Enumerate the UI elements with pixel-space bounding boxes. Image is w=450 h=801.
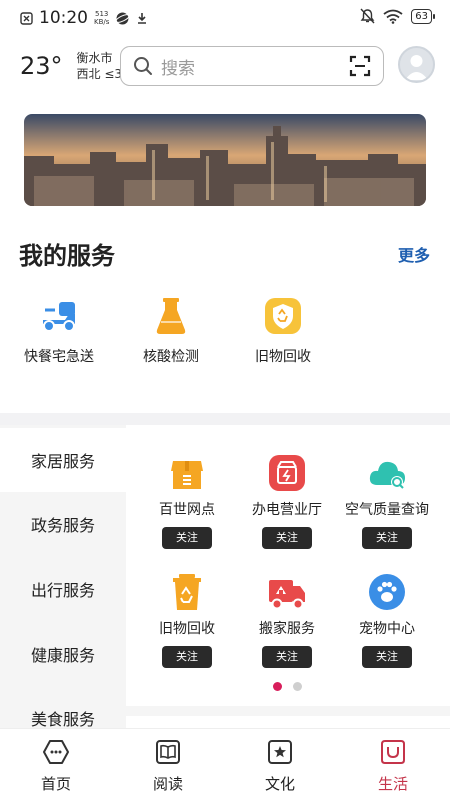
- power-hall-icon: [267, 453, 307, 493]
- grid-item-label: 旧物回收: [159, 621, 215, 637]
- service-label: 旧物回收: [255, 349, 311, 365]
- bottom-tab-bar: 首页 阅读 文化 生活: [0, 728, 450, 801]
- follow-button[interactable]: 关注: [262, 527, 312, 549]
- tab-label: 首页: [40, 775, 71, 793]
- status-right: 63: [360, 8, 435, 24]
- page-dot[interactable]: [293, 682, 302, 691]
- service-delivery[interactable]: 快餐宅急送: [9, 296, 109, 366]
- mute-bell-icon: [360, 8, 375, 24]
- category-health-services[interactable]: 健康服务: [0, 622, 126, 686]
- culture-icon: [267, 739, 293, 765]
- category-government-services[interactable]: 政务服务: [0, 492, 126, 556]
- book-icon: [155, 739, 181, 765]
- flask-icon: [151, 296, 191, 336]
- recycle-shield-icon: [263, 296, 303, 336]
- status-left: 10:20 513 KB/s: [20, 8, 148, 28]
- paw-icon: [367, 572, 407, 612]
- section-divider: [0, 413, 450, 425]
- section-title-my-services: 我的服务: [19, 242, 115, 270]
- wifi-icon: [383, 9, 403, 24]
- weather-widget[interactable]: 23° 衡水市 西北 ≤3: [20, 50, 122, 82]
- grid-item-air-quality[interactable]: 空气质量查询 关注: [337, 453, 437, 549]
- temperature: 23°: [20, 52, 63, 80]
- city-banner-image[interactable]: [24, 114, 426, 206]
- search-input[interactable]: 搜索: [161, 54, 349, 79]
- category-food-services[interactable]: 美食服务: [0, 686, 126, 730]
- grid-item-label: 搬家服务: [259, 621, 315, 637]
- service-label: 快餐宅急送: [24, 349, 94, 365]
- download-icon: [138, 12, 147, 24]
- follow-button[interactable]: 关注: [362, 527, 412, 549]
- delivery-scooter-icon: [39, 296, 79, 336]
- tab-read[interactable]: 阅读: [128, 739, 208, 794]
- moving-truck-icon: [267, 572, 307, 612]
- follow-button[interactable]: 关注: [362, 646, 412, 668]
- app-planet-icon: [115, 12, 131, 24]
- status-bar: 10:20 513 KB/s 63: [0, 0, 450, 36]
- grid-item-label: 空气质量查询: [345, 502, 429, 518]
- home-icon: [43, 739, 69, 765]
- search-icon: [134, 57, 152, 75]
- weather-location: 衡水市 西北 ≤3: [77, 50, 123, 82]
- tab-label: 阅读: [152, 775, 183, 793]
- cloud-search-icon: [367, 453, 407, 493]
- service-recycle[interactable]: 旧物回收: [233, 296, 333, 366]
- tab-label: 文化: [264, 775, 295, 793]
- grid-item-recycle[interactable]: 旧物回收 关注: [137, 572, 237, 668]
- tab-life[interactable]: 生活: [353, 739, 433, 794]
- tab-home[interactable]: 首页: [16, 739, 96, 794]
- recycle-bin-icon: [167, 572, 207, 612]
- city-name: 衡水市: [76, 51, 113, 65]
- service-label: 核酸检测: [143, 349, 199, 365]
- wind-info: 西北 ≤3: [76, 67, 123, 81]
- grid-item-pet-center[interactable]: 宠物中心 关注: [337, 572, 437, 668]
- notification-icon: [20, 11, 33, 25]
- user-icon: [405, 55, 428, 80]
- grid-item-moving[interactable]: 搬家服务 关注: [237, 572, 337, 668]
- tab-label: 生活: [377, 775, 408, 793]
- avatar[interactable]: [398, 46, 435, 83]
- follow-button[interactable]: 关注: [162, 646, 212, 668]
- grid-item-power-hall[interactable]: 办电营业厅 关注: [237, 453, 337, 549]
- more-link[interactable]: 更多: [398, 242, 430, 266]
- page-dot-active[interactable]: [273, 682, 282, 691]
- follow-button[interactable]: 关注: [262, 646, 312, 668]
- tab-culture[interactable]: 文化: [240, 739, 320, 794]
- service-nucleic-test[interactable]: 核酸检测: [121, 296, 221, 366]
- grid-item-label: 宠物中心: [359, 621, 415, 637]
- life-icon: [380, 739, 406, 765]
- follow-button[interactable]: 关注: [162, 527, 212, 549]
- content-separator: [126, 706, 450, 716]
- grid-item-best-outlet[interactable]: 百世网点 关注: [137, 453, 237, 549]
- category-home-services[interactable]: 家居服务: [0, 428, 126, 492]
- battery-indicator: 63: [411, 8, 435, 24]
- search-box[interactable]: 搜索: [120, 46, 384, 86]
- scan-icon[interactable]: [349, 55, 371, 77]
- grid-item-label: 百世网点: [159, 502, 215, 518]
- grid-item-label: 办电营业厅: [252, 502, 322, 518]
- store-icon: [167, 453, 207, 493]
- status-time: 10:20: [39, 8, 88, 28]
- net-speed: 513 KB/s: [94, 10, 110, 26]
- category-travel-services[interactable]: 出行服务: [0, 557, 126, 621]
